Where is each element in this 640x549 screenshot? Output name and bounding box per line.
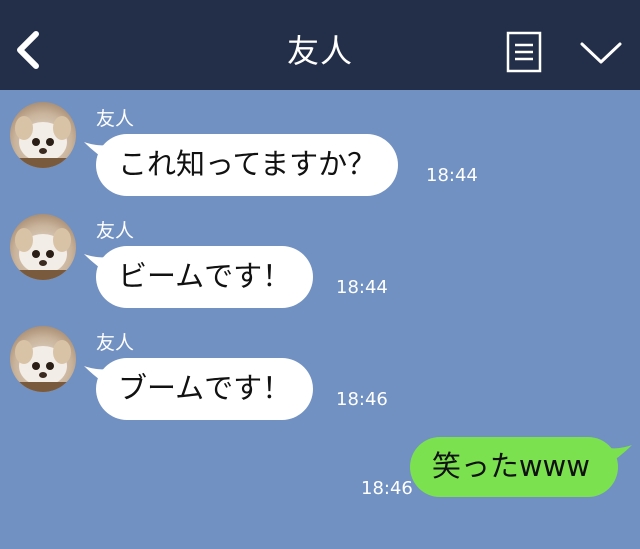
- sender-name: 友人: [96, 220, 135, 242]
- dog-avatar-icon: [10, 116, 76, 168]
- message-bubble[interactable]: ビームです！: [82, 246, 314, 308]
- chat-header: 友人: [0, 0, 640, 90]
- message-text: これ知ってますか？: [96, 134, 399, 196]
- message-bubble[interactable]: ブームです！: [82, 358, 314, 420]
- message-time: 18:44: [426, 165, 478, 186]
- sender-name: 友人: [96, 332, 135, 354]
- dog-avatar-icon: [10, 340, 76, 392]
- avatar[interactable]: [10, 102, 76, 168]
- message-time: 18:46: [336, 389, 388, 410]
- outgoing-message-text: 笑ったwww: [409, 437, 618, 497]
- outgoing-message-bubble[interactable]: 笑ったwww: [409, 437, 634, 497]
- message-text: ビームです！: [96, 246, 314, 308]
- chevron-down-icon[interactable]: [578, 36, 624, 68]
- avatar[interactable]: [10, 214, 76, 280]
- outgoing-message-time: 18:46: [361, 478, 413, 499]
- chat-title: 友人: [286, 32, 353, 70]
- incoming-message: 友人 ブームです！ 18:46: [0, 316, 640, 426]
- incoming-message: 友人 これ知ってますか？ 18:44: [0, 92, 640, 202]
- avatar[interactable]: [10, 326, 76, 392]
- message-text: ブームです！: [96, 358, 314, 420]
- sender-name: 友人: [96, 108, 135, 130]
- dog-avatar-icon: [10, 228, 76, 280]
- message-time: 18:44: [336, 277, 388, 298]
- message-bubble[interactable]: これ知ってますか？: [82, 134, 399, 196]
- incoming-message: 友人 ビームです！ 18:44: [0, 204, 640, 314]
- document-list-icon[interactable]: [506, 31, 542, 73]
